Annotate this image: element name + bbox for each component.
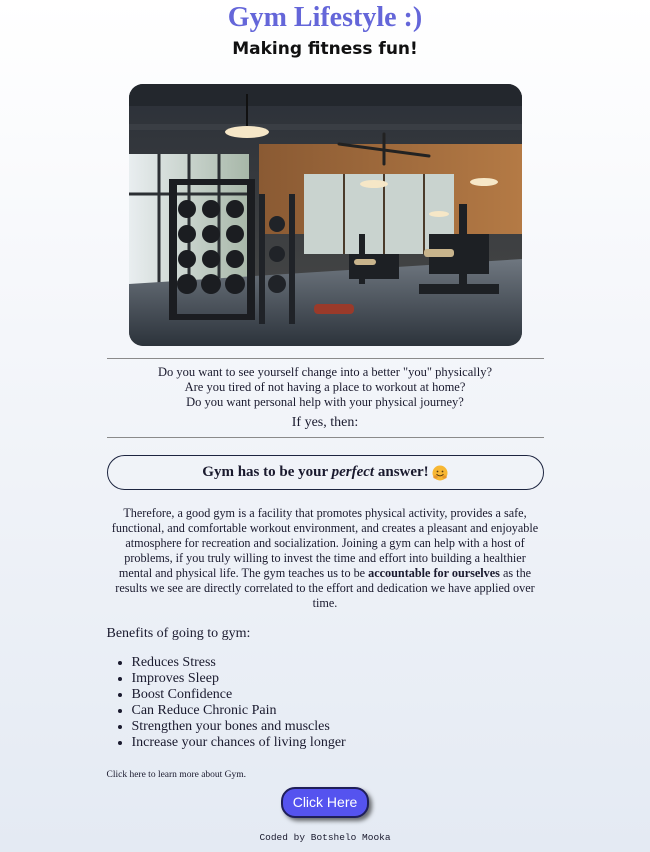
question-3: Do you want personal help with your phys… xyxy=(186,395,464,409)
question-2: Are you tired of not having a place to w… xyxy=(184,380,466,394)
callout-suffix: answer! xyxy=(374,464,429,480)
callout-prefix: Gym has to be your xyxy=(202,464,332,480)
divider-top xyxy=(106,358,544,359)
callout-emphasis: perfect xyxy=(331,464,375,480)
page-subtitle: Making fitness fun! xyxy=(232,39,418,59)
page-title: Gym Lifestyle :) xyxy=(227,2,423,33)
learn-more-text: Click here to learn more about Gym. xyxy=(106,770,247,780)
hugging-face-emoji-icon xyxy=(432,465,448,481)
list-item: Increase your chances of living longer xyxy=(132,735,544,751)
list-item: Strengthen your bones and muscles xyxy=(132,719,544,735)
benefits-heading: Benefits of going to gym: xyxy=(106,626,251,641)
list-item: Improves Sleep xyxy=(132,671,544,687)
if-yes-text: If yes, then: xyxy=(291,415,359,430)
intro-questions: Do you want to see yourself change into … xyxy=(107,365,544,410)
page-container: Gym Lifestyle :) Making fitness fun! Do … xyxy=(106,0,544,844)
benefits-list: Reduces Stress Improves Sleep Boost Conf… xyxy=(107,655,544,751)
footer-credit: Coded by Botshelo Mooka xyxy=(259,832,391,843)
button-row: Click Here xyxy=(107,787,544,818)
gym-description: Therefore, a good gym is a facility that… xyxy=(107,506,544,611)
list-item: Reduces Stress xyxy=(132,655,544,671)
description-bold: accountable for ourselves xyxy=(368,566,500,580)
divider-bottom xyxy=(106,437,544,438)
click-here-button[interactable]: Click Here xyxy=(281,787,369,818)
gym-interior-photo xyxy=(128,84,522,346)
question-1: Do you want to see yourself change into … xyxy=(157,365,493,379)
callout-banner: Gym has to be your perfect answer! xyxy=(106,455,544,490)
list-item: Boost Confidence xyxy=(132,687,544,703)
list-item: Can Reduce Chronic Pain xyxy=(132,703,544,719)
